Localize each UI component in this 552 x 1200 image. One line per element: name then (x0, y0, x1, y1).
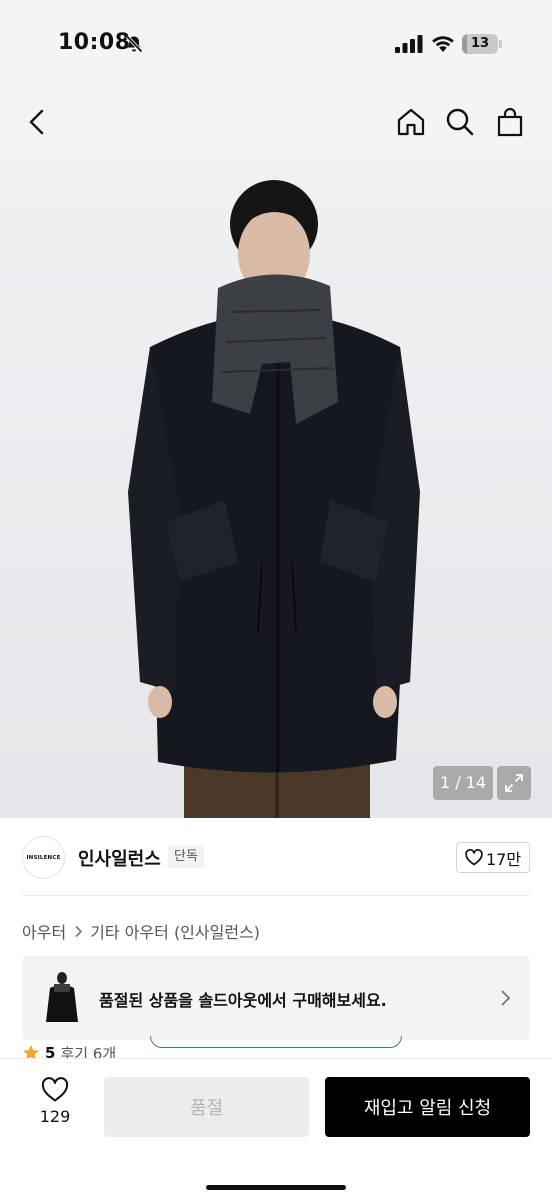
signal-icon (395, 35, 423, 53)
exclusive-badge: 단독 (168, 846, 204, 868)
soldout-button: 품절 (104, 1077, 309, 1137)
soldout-banner[interactable]: 품절된 상품을 솔드아웃에서 구매해보세요. (22, 956, 530, 1040)
top-nav (0, 90, 552, 162)
model-photo (128, 180, 420, 818)
wifi-icon (432, 36, 454, 52)
divider (22, 895, 530, 896)
chevron-right-icon (72, 925, 84, 937)
home-indicator[interactable] (206, 1185, 346, 1190)
status-time: 10:08 (58, 30, 131, 55)
home-icon[interactable] (393, 104, 429, 140)
breadcrumb-item-other-outer[interactable]: 기타 아우터 (인사일런스) (90, 919, 260, 943)
restock-alert-button[interactable]: 재입고 알림 신청 (325, 1077, 530, 1137)
battery-icon: 13 (462, 34, 502, 54)
shopping-bag-icon[interactable] (492, 104, 528, 140)
heart-icon (41, 1077, 69, 1102)
image-counter: 1 / 14 (433, 766, 493, 800)
breadcrumb: 아우터 기타 아우터 (인사일런스) (22, 919, 260, 943)
wishlist-button[interactable]: 129 (30, 1077, 80, 1137)
brand-like-count: 17만 (485, 849, 522, 869)
brand-name[interactable]: 인사일런스 (78, 845, 161, 871)
breadcrumb-item-outer[interactable]: 아우터 (22, 919, 66, 943)
brand-logo[interactable]: INSILENCE (22, 836, 65, 879)
brand-logo-text: INSILENCE (26, 854, 61, 861)
brand-row: INSILENCE 인사일런스 단독 17만 (22, 836, 530, 880)
banner-thumbnail (40, 968, 84, 1028)
bell-off-icon (125, 35, 143, 53)
search-icon[interactable] (442, 104, 478, 140)
floating-pill-edge (150, 1036, 402, 1048)
soldout-banner-text: 품절된 상품을 솔드아웃에서 구매해보세요. (99, 991, 387, 1010)
product-image[interactable] (0, 162, 552, 818)
expand-icon[interactable] (497, 766, 531, 800)
brand-like-button[interactable]: 17만 (456, 842, 530, 873)
bottom-action-bar: 129 품절 재입고 알림 신청 (0, 1058, 552, 1200)
status-bar: 10:08 13 (0, 0, 552, 90)
battery-level: 13 (470, 36, 490, 51)
back-icon[interactable] (20, 104, 56, 140)
heart-icon (465, 849, 483, 866)
wishlist-count: 129 (39, 1107, 71, 1126)
chevron-right-icon (501, 990, 511, 1006)
